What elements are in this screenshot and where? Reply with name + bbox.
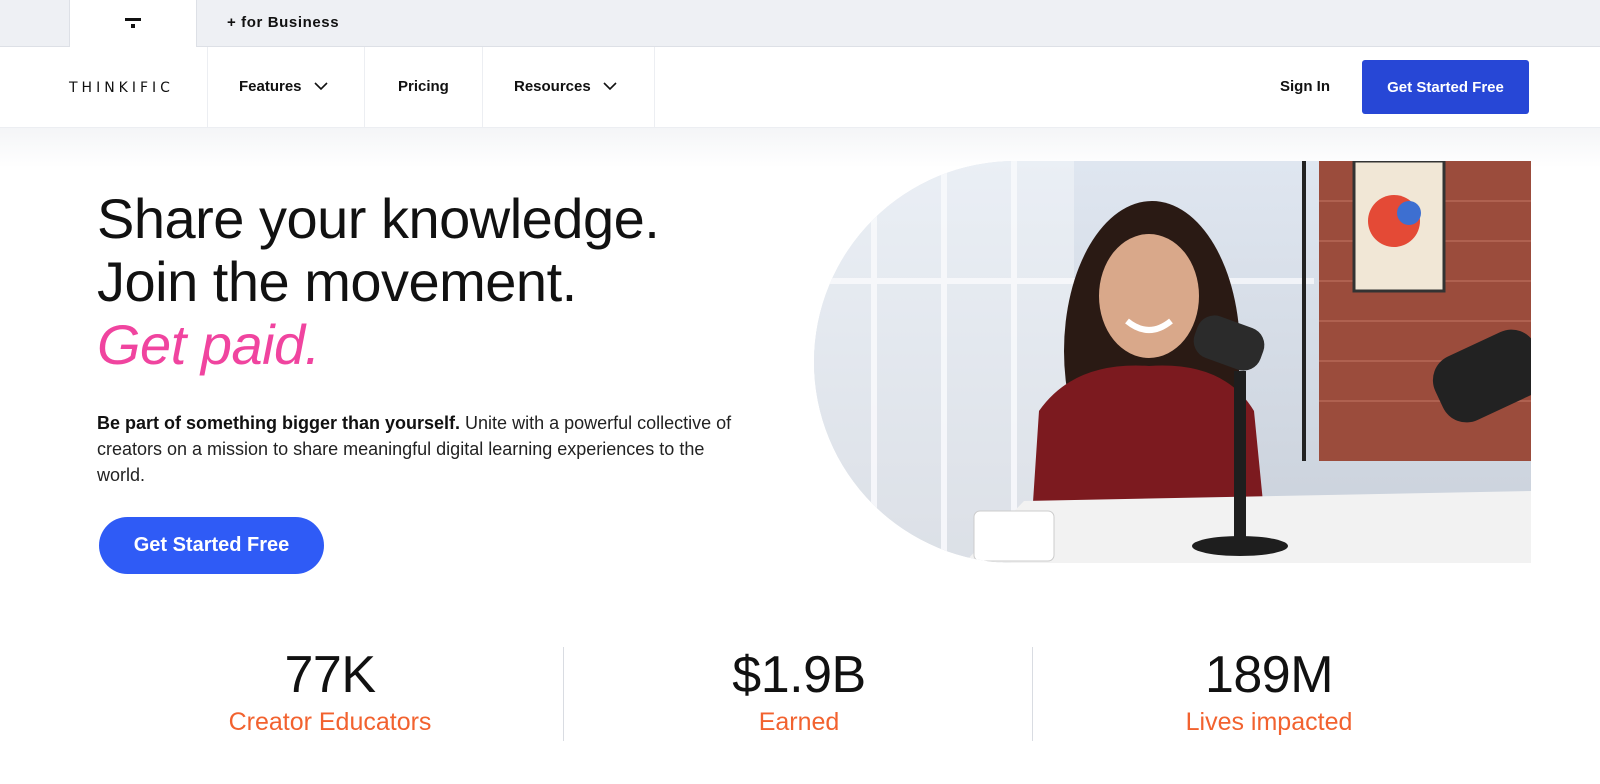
stat-value: 77K	[284, 646, 376, 704]
hero-photo	[814, 161, 1531, 563]
headline-line-1: Share your knowledge.	[97, 187, 660, 250]
stat-creator-educators: 77K Creator Educators	[95, 645, 565, 737]
thinkific-logo[interactable]: THINKIFIC	[69, 80, 174, 96]
stat-label: Creator Educators	[228, 708, 432, 736]
headline-line-3: Get paid.	[97, 313, 320, 376]
nav-divider	[207, 47, 208, 127]
hero-get-started-button[interactable]: Get Started Free	[99, 517, 324, 574]
hero-subtext-bold: Be part of something bigger than yoursel…	[97, 413, 461, 433]
nav-item-features[interactable]: Features	[239, 78, 328, 95]
stat-earned: $1.9B Earned	[564, 645, 1034, 737]
nav-item-pricing[interactable]: Pricing	[398, 78, 449, 95]
nav-item-label: Pricing	[398, 78, 449, 95]
stat-label: Earned	[758, 708, 840, 736]
nav-divider	[654, 47, 655, 127]
chevron-down-icon	[313, 82, 328, 91]
stat-lives-impacted: 189M Lives impacted	[1034, 645, 1504, 737]
for-business-link[interactable]: + for Business	[227, 14, 339, 31]
hero-headline: Share your knowledge. Join the movement.…	[97, 187, 660, 376]
nav-item-label: Features	[239, 78, 302, 95]
nav-divider	[482, 47, 483, 127]
sign-in-link[interactable]: Sign In	[1280, 78, 1330, 95]
headline-line-2: Join the movement.	[97, 250, 577, 313]
utility-bar: + for Business	[0, 0, 1600, 48]
nav-item-label: Resources	[514, 78, 591, 95]
brand-tab[interactable]	[69, 0, 197, 48]
stat-label: Lives impacted	[1185, 708, 1353, 736]
stat-divider	[1032, 647, 1033, 741]
nav-item-resources[interactable]: Resources	[514, 78, 617, 95]
chevron-down-icon	[603, 82, 617, 91]
get-started-free-button[interactable]: Get Started Free	[1362, 60, 1529, 114]
hero-subtext: Be part of something bigger than yoursel…	[97, 410, 747, 488]
nav-divider	[364, 47, 365, 127]
thinkific-mark-icon	[123, 14, 143, 34]
main-nav: THINKIFIC Features Pricing Resources Sig…	[0, 47, 1600, 128]
stat-value: $1.9B	[732, 646, 866, 704]
stat-value: 189M	[1204, 646, 1334, 704]
